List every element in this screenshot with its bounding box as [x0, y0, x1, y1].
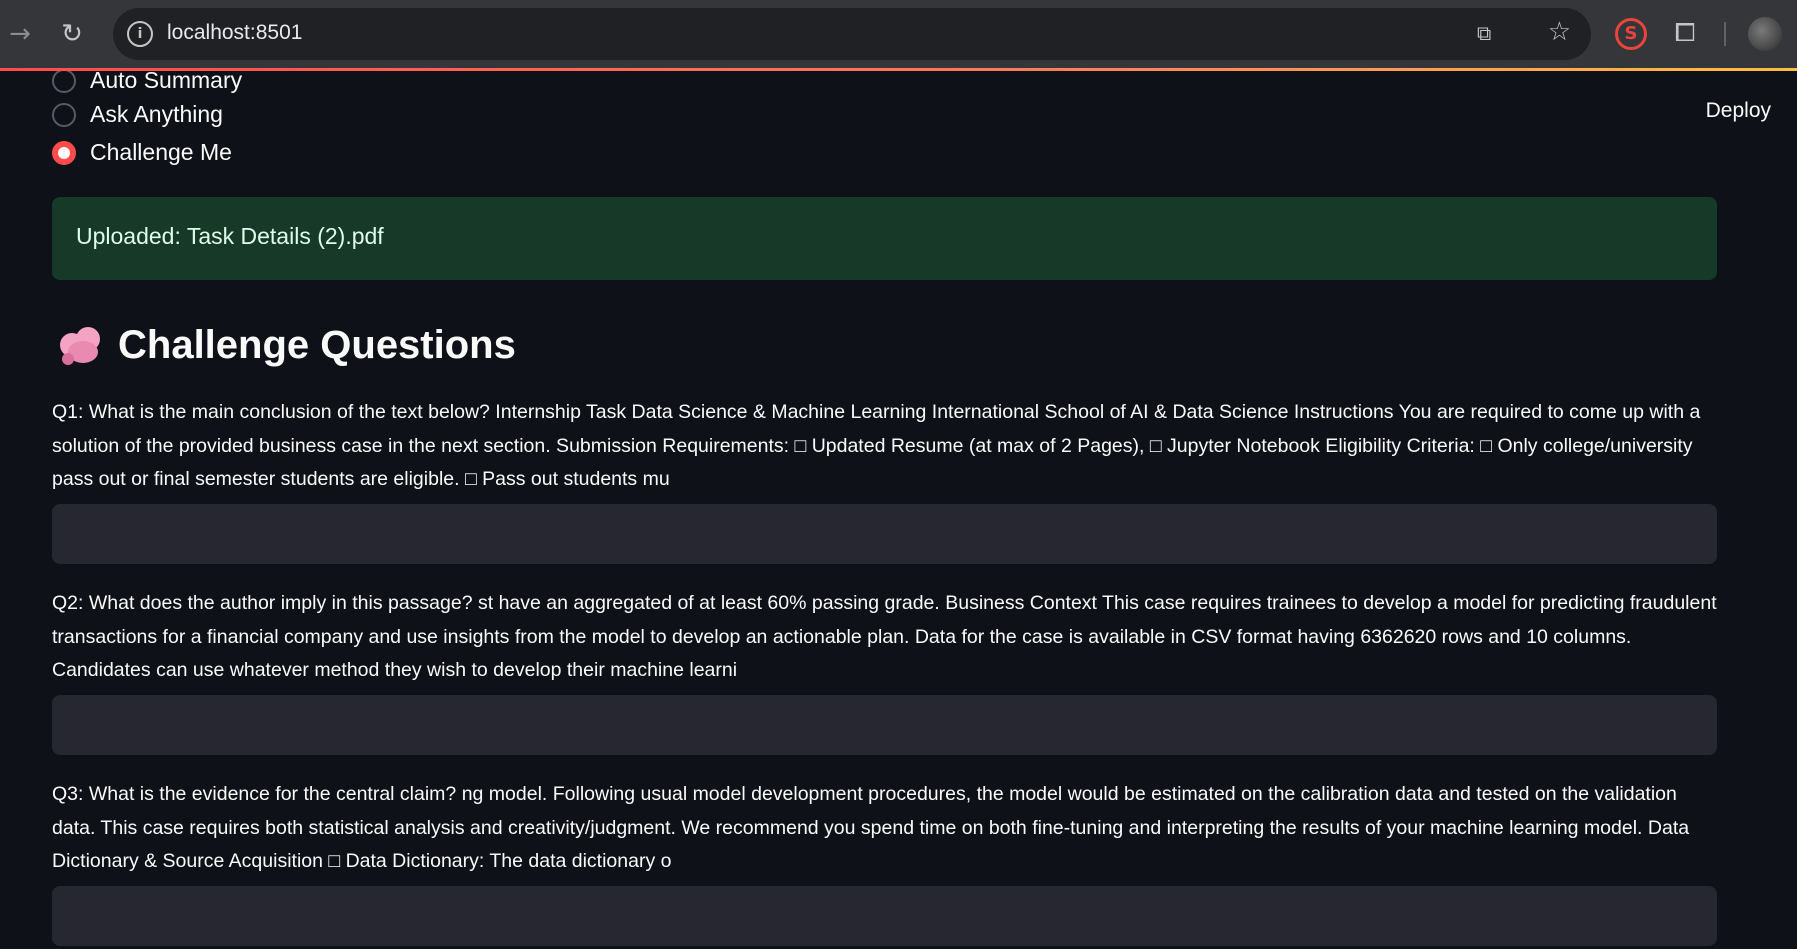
- toolbar-divider: [1724, 22, 1726, 46]
- question-text-3: Q3: What is the evidence for the central…: [52, 783, 1690, 872]
- radio-label: Ask Anything: [90, 101, 223, 127]
- app-main: Deploy Auto Summary Ask Anything Challen…: [0, 71, 1797, 949]
- upload-success-text: Uploaded: Task Details (2).pdf: [76, 223, 384, 249]
- translate-icon[interactable]: ⧉: [1477, 21, 1505, 47]
- address-bar[interactable]: i localhost:8501 ⧉ ☆: [113, 8, 1591, 60]
- question-text-1: Q1: What is the main conclusion of the t…: [52, 401, 1701, 490]
- question-text-2: Q2: What does the author imply in this p…: [52, 592, 1717, 681]
- extensions-puzzle-icon[interactable]: ⧠: [1668, 16, 1702, 50]
- radio-option-ask-anything[interactable]: Ask Anything: [52, 101, 223, 128]
- url-text[interactable]: localhost:8501: [167, 21, 302, 45]
- browser-toolbar: → ↻ i localhost:8501 ⧉ ☆ S ⧠: [0, 0, 1797, 68]
- radio-button[interactable]: [52, 71, 76, 93]
- extension-icon[interactable]: S: [1615, 18, 1647, 50]
- section-heading: Challenge Questions: [58, 323, 516, 368]
- radio-label: Auto Summary: [90, 71, 243, 93]
- radio-label: Challenge Me: [90, 139, 232, 165]
- reload-icon[interactable]: ↻: [52, 14, 92, 54]
- upload-success-alert: Uploaded: Task Details (2).pdf: [52, 197, 1717, 280]
- brain-icon: [58, 325, 104, 367]
- radio-option-challenge-me[interactable]: Challenge Me: [52, 139, 232, 166]
- radio-option-auto-summary[interactable]: Auto Summary: [52, 71, 242, 94]
- answer-input-2[interactable]: [52, 695, 1717, 755]
- answer-input-1[interactable]: [52, 504, 1717, 564]
- page-title: Challenge Questions: [118, 323, 516, 367]
- radio-button-selected[interactable]: [52, 140, 76, 165]
- deploy-button[interactable]: Deploy: [1706, 99, 1771, 123]
- radio-button[interactable]: [52, 102, 76, 127]
- site-info-icon[interactable]: i: [127, 21, 153, 47]
- bookmark-star-icon[interactable]: ☆: [1548, 17, 1571, 47]
- forward-arrow-icon[interactable]: →: [0, 14, 40, 54]
- answer-input-3[interactable]: [52, 886, 1717, 946]
- profile-avatar[interactable]: [1748, 17, 1782, 51]
